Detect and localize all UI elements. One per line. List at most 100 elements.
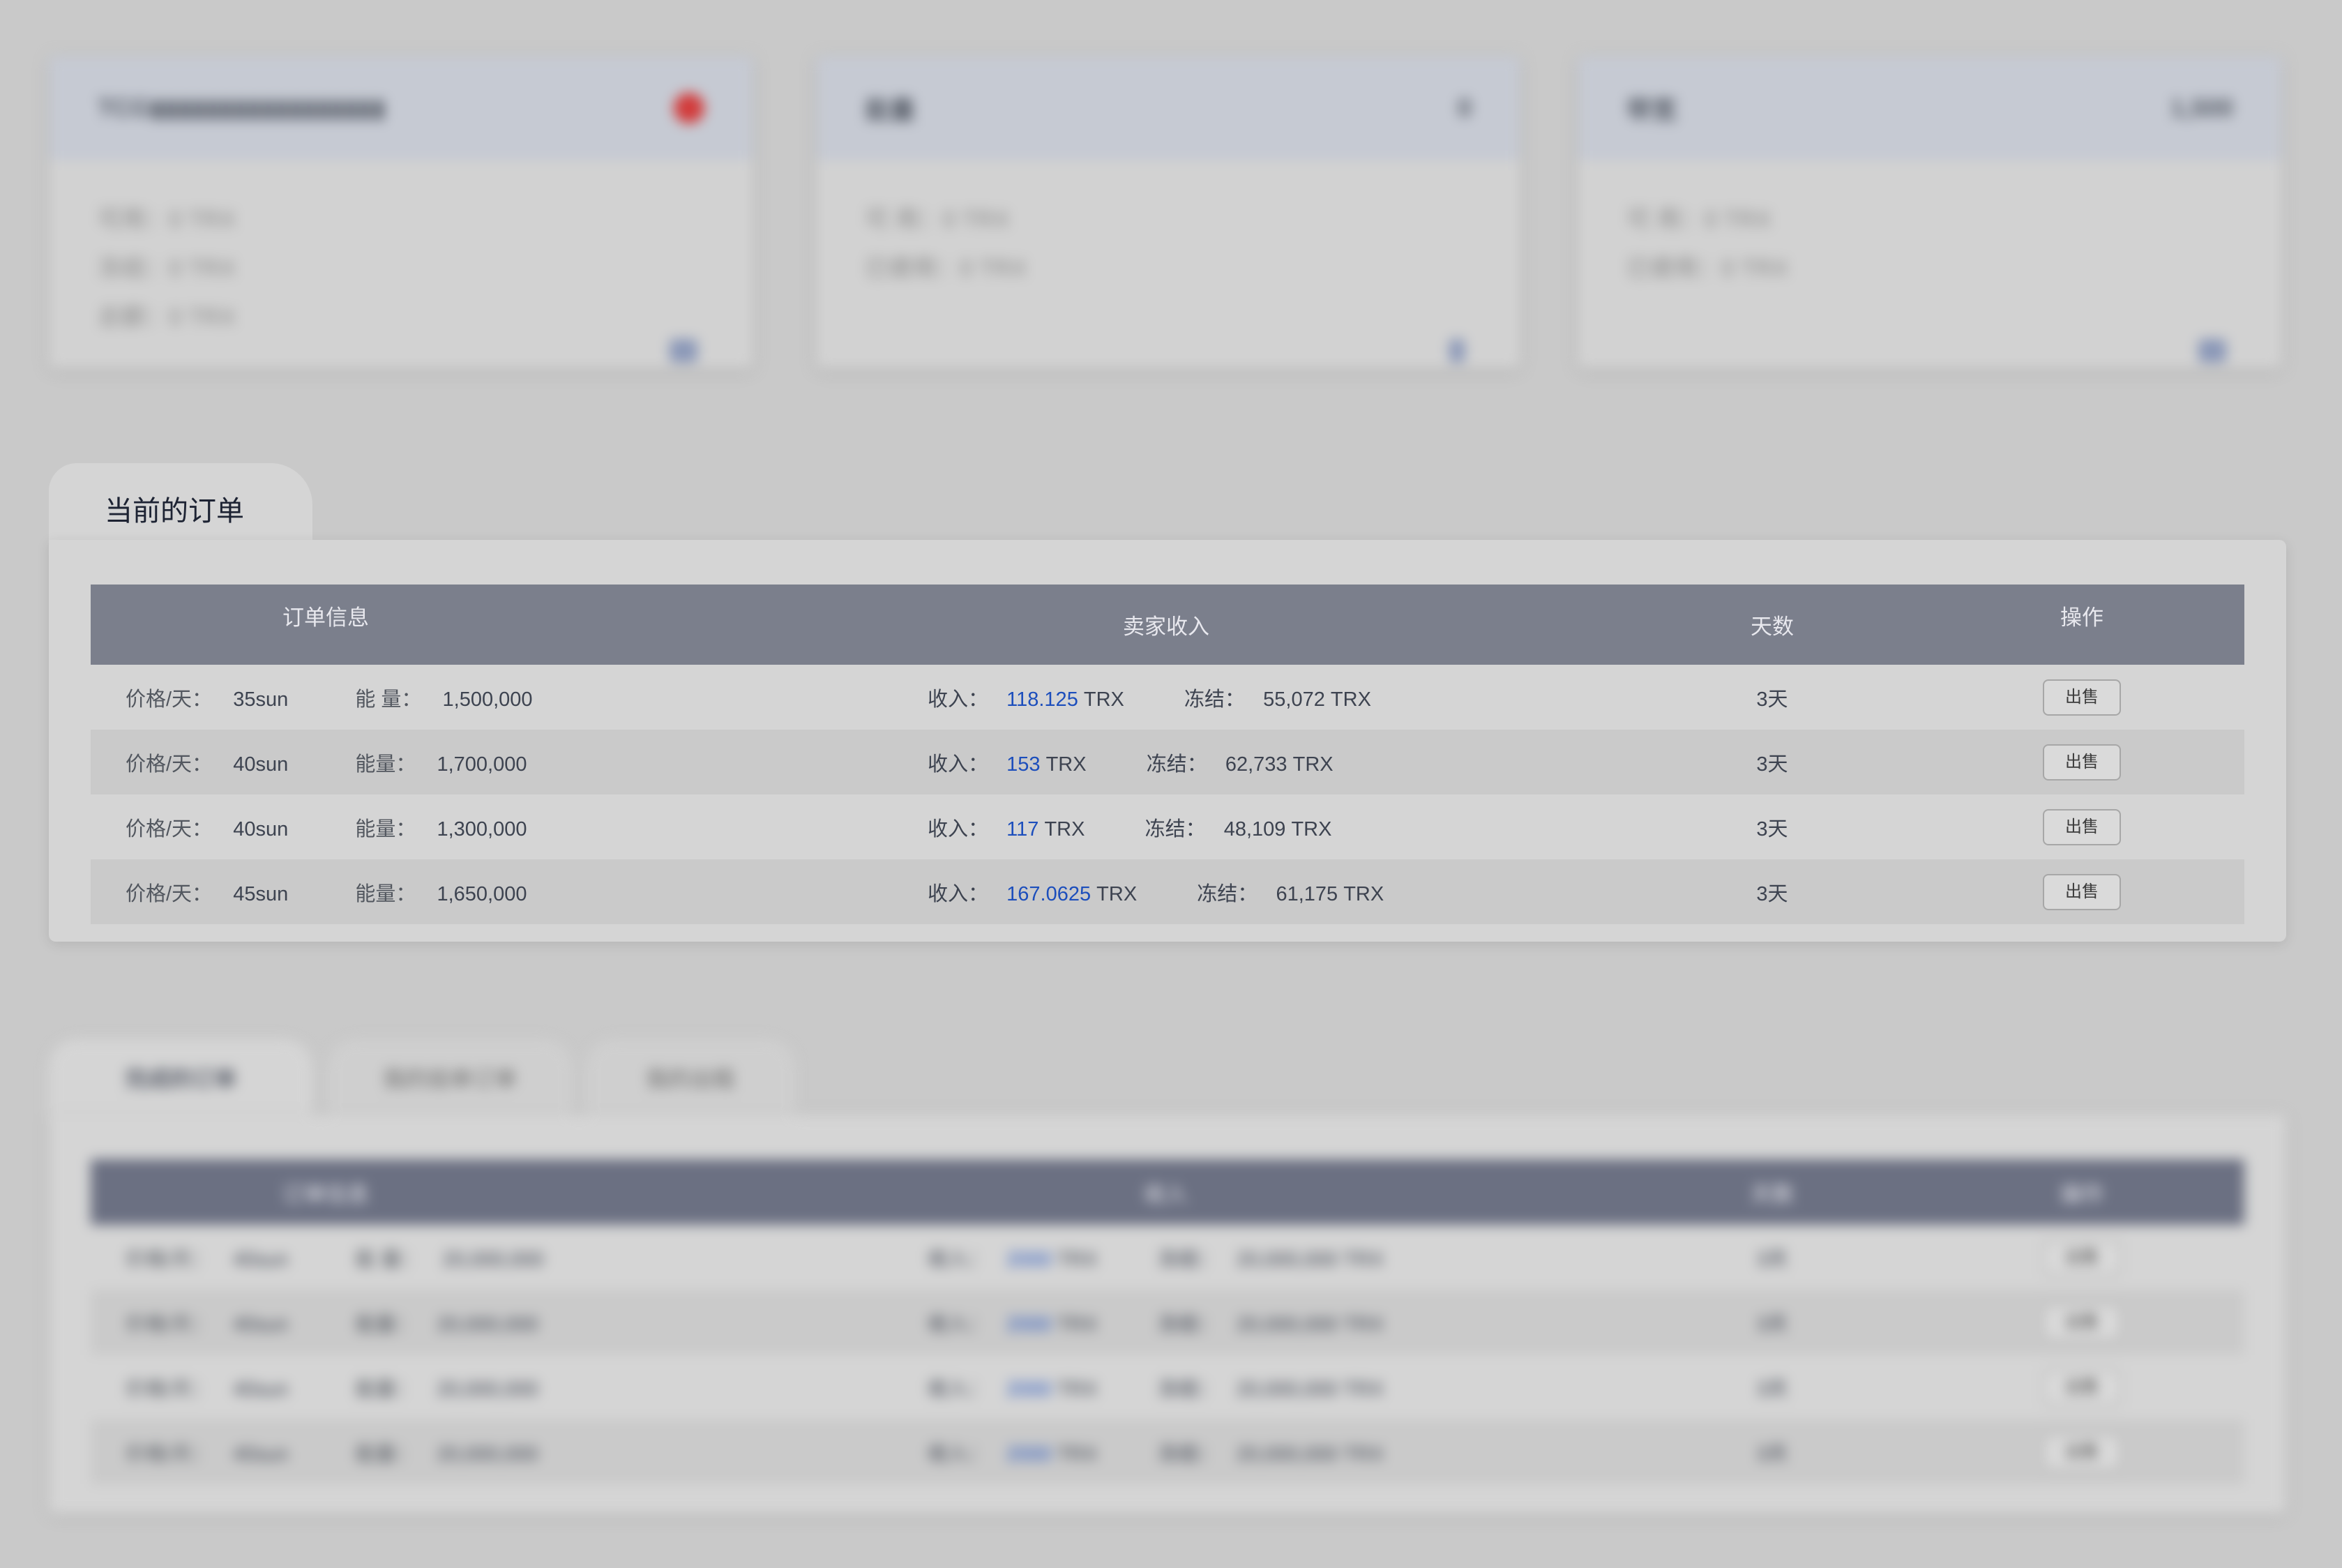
energy-label: 能量： [355,1313,416,1336]
price-label: 价格/天： [126,753,213,776]
price-label: 价格/天： [126,1442,213,1465]
sell-button[interactable]: 出售 [2043,1239,2121,1276]
income-unit: TRX [1083,688,1124,711]
income-cell: 收入： 153 TRX 冻结： 62,733 TRX [928,730,1625,794]
energy-label: 能量： [355,1442,416,1465]
wallet-total: 总额：0 TRX [98,304,236,331]
income-label: 收入： [928,1313,989,1336]
price-value: 35sun [233,688,289,711]
col-action: 操作 [1919,585,2244,665]
action-cell: 出售 [1919,794,2244,859]
income-label: 收入： [928,882,989,905]
energy-value: 1,300,000 [437,817,527,840]
frozen-value: 48,109 TRX [1223,817,1332,840]
price-value: 40sun [233,1248,289,1271]
energy-label: 能量： [355,1378,416,1401]
sell-button[interactable]: 出售 [2043,808,2121,845]
energy-label: 能 量： [355,1248,422,1271]
days-cell: 3天 [1756,1378,1788,1401]
price-label: 价格/天： [126,817,213,840]
energy-value: 1,500,000 [442,688,533,711]
wallet-card: TCG▮▮▮▮▮▮▮▮▮▮▮▮▮▮▮▮▮ 可用：0 TRX 冻结：0 TRX 总… [49,56,753,368]
table-row: 价格/天： 40sun 能 量： 20,000,000 收入： 2000 TRX… [91,1225,2244,1290]
days-cell: 3天 [1756,1248,1788,1271]
order-info-cell: 价格/天： 40sun 能量： 20,000,000 [91,1419,928,1484]
order-info-cell: 价格/天： 40sun 能量： 1,300,000 [91,794,928,859]
order-info-cell: 价格/天： 40sun 能量： 1,700,000 [91,730,928,794]
frozen-label: 冻结： [1157,1313,1218,1336]
days-cell: 3天 [1625,730,1919,794]
frozen-value: 20,000,000 TRX [1236,1313,1384,1336]
income-cell: 收入： 117 TRX 冻结： 48,109 TRX [928,794,1625,859]
income-cell: 收入： 167.0625 TRX 冻结： 61,175 TRX [928,859,1625,924]
energy-value: 20,000,000 [442,1248,544,1271]
sell-button[interactable]: 出售 [2043,679,2121,716]
wallet-frozen: 冻结：0 TRX [98,255,236,282]
income-cell: 收入： 2000 TRX 冻结： 20,000,000 TRX [928,1419,1625,1484]
col-order-info: 订单信息 [91,1159,928,1225]
income-unit: TRX [1057,1313,1098,1336]
table-row: 价格/天： 40sun 能量： 20,000,000 收入： 2000 TRX … [91,1355,2244,1419]
price-label: 价格/天： [126,688,213,711]
sell-button[interactable]: 出售 [2043,1433,2121,1470]
bandwidth-available: 可 用：0 TRX [1626,206,1771,233]
frozen-label: 冻结： [1157,1442,1218,1465]
bandwidth-used: 已使用：0 TRX [1626,255,1789,282]
frozen-value: 20,000,000 TRX [1236,1378,1384,1401]
status-dot-icon [674,93,704,123]
income-value: 2000 [1006,1248,1052,1271]
col-order-info: 订单信息 [91,585,928,665]
price-value: 40sun [233,1378,289,1401]
table-row: 价格/天： 40sun 能量： 20,000,000 收入： 2000 TRX … [91,1419,2244,1484]
income-label: 收入： [928,1378,989,1401]
income-cell: 收入： 2000 TRX 冻结： 20,000,000 TRX [928,1225,1625,1290]
table-row: 价格/天： 40sun 能量： 1,300,000 收入： 117 TRX 冻结… [91,794,2244,859]
energy-label: 能 量： [355,688,422,711]
income-label: 收入： [928,688,989,711]
col-action: 操作 [1919,1159,2244,1225]
price-value: 40sun [233,753,289,776]
bandwidth-icon[interactable] [2198,339,2226,363]
price-label: 价格/天： [126,1378,213,1401]
price-label: 价格/天： [126,1248,213,1271]
wallet-icon[interactable] [670,339,697,363]
energy-card-body: 可 用：0 TRX 已使用：0 TRX [816,160,1520,368]
tab-current-orders[interactable]: 当前的订单 [49,463,312,547]
col-seller-income: 卖家收入 [928,585,1625,665]
tab-my-listed-orders[interactable]: 我的挂单订单 [328,1039,572,1116]
sell-button[interactable]: 出售 [2043,873,2121,910]
bolt-icon[interactable] [1449,339,1465,363]
income-unit: TRX [1044,817,1085,840]
energy-value: 20,000,000 [437,1378,538,1401]
table-header-row: 订单信息 卖家收入 天数 操作 [91,585,2244,665]
energy-value: 1,650,000 [437,882,527,905]
order-info-cell: 价格/天： 45sun 能量： 1,650,000 [91,859,928,924]
bandwidth-card-header: 带宽 1,500 [1578,56,2282,160]
energy-card-title: 能量 [865,96,916,124]
tab-completed-orders[interactable]: 完成的订单 [49,1039,312,1116]
sell-button[interactable]: 出售 [2043,1304,2121,1341]
frozen-value: 62,733 TRX [1225,753,1334,776]
frozen-label: 冻结： [1184,688,1246,711]
tab-my-rentals[interactable]: 我的出租 [586,1039,795,1116]
days-cell: 3天 [1756,817,1788,840]
order-info-cell: 价格/天： 35sun 能 量： 1,500,000 [91,665,928,730]
sell-button[interactable]: 出售 [2043,744,2121,781]
action-cell: 出售 [1919,1290,2244,1355]
action-cell: 出售 [1919,859,2244,924]
bandwidth-card: 带宽 1,500 可 用：0 TRX 已使用：0 TRX [1578,56,2282,368]
energy-value: 20,000,000 [437,1442,538,1465]
price-value: 40sun [233,1313,289,1336]
income-cell: 收入： 2000 TRX 冻结： 20,000,000 TRX [928,1290,1625,1355]
frozen-value: 20,000,000 TRX [1236,1248,1384,1271]
income-label: 收入： [928,1442,989,1465]
energy-label: 能量： [355,817,416,840]
price-label: 价格/天： [126,882,213,905]
income-value: 167.0625 [1006,882,1091,905]
wallet-card-body: 可用：0 TRX 冻结：0 TRX 总额：0 TRX [49,160,753,368]
action-cell: 出售 [1919,1355,2244,1419]
sell-button[interactable]: 出售 [2043,1369,2121,1405]
frozen-label: 冻结： [1197,882,1258,905]
income-unit: TRX [1096,882,1138,905]
income-cell: 收入： 118.125 TRX 冻结： 55,072 TRX [928,665,1625,730]
